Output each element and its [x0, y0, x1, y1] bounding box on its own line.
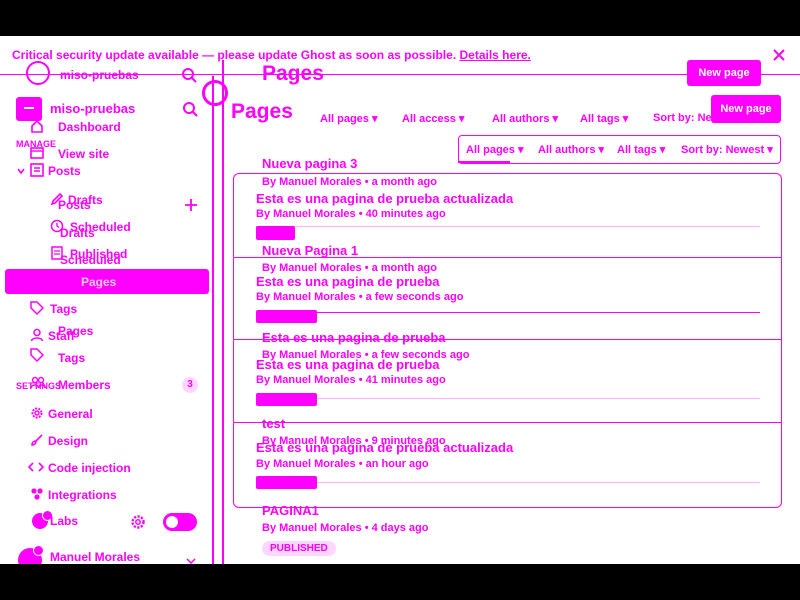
- new-page-button-ghost[interactable]: New page: [687, 60, 761, 86]
- ghost-tags: Tags: [58, 351, 86, 365]
- filter-tag-ghost[interactable]: All tags ▾: [617, 143, 665, 156]
- list-item-title[interactable]: Nueva Pagina 1: [262, 243, 358, 258]
- nav-pages-active[interactable]: Pages: [5, 269, 209, 294]
- site-logo-icon: [26, 61, 50, 85]
- code-icon: [28, 460, 44, 474]
- chevron-down-icon[interactable]: [186, 558, 196, 564]
- list-item-title[interactable]: Esta es una pagina de prueba: [256, 274, 440, 289]
- list-item-meta: By Manuel Morales • an hour ago: [256, 458, 429, 470]
- list-item-title[interactable]: PAGINA1: [262, 503, 319, 518]
- nav-tags[interactable]: Tags: [50, 302, 77, 316]
- avatar[interactable]: [18, 545, 44, 564]
- row-divider: [256, 482, 760, 483]
- security-alert-text: Critical security update available — ple…: [12, 48, 457, 62]
- ghost-drafts: Drafts: [60, 226, 95, 240]
- list-item-title[interactable]: Nueva pagina 3: [262, 156, 357, 171]
- new-page-button[interactable]: New page: [711, 95, 781, 123]
- list-item-meta: By Manuel Morales • a few seconds ago: [256, 291, 464, 303]
- list-item-title[interactable]: Esta es una pagina de prueba actualizada: [256, 191, 513, 206]
- staff-icon: [30, 328, 44, 342]
- list-item-meta: By Manuel Morales • 41 minutes ago: [256, 374, 446, 386]
- row-divider: [256, 226, 760, 227]
- site-icon: [16, 97, 42, 121]
- site-name-ghost: miso-pruebas: [60, 68, 139, 82]
- members-icon: [30, 376, 46, 390]
- nav-pages-label: Pages: [81, 275, 117, 289]
- page-title: Pages: [231, 100, 293, 123]
- filter-sort[interactable]: Sort by: Ne: [653, 112, 712, 124]
- status-badge: [256, 393, 317, 406]
- nav-design[interactable]: Design: [48, 434, 88, 448]
- filter-author[interactable]: All authors ▾: [492, 112, 558, 125]
- row-divider: [256, 312, 760, 313]
- row-divider: [256, 398, 760, 399]
- list-item-meta: By Manuel Morales • 4 days ago: [262, 522, 429, 534]
- nav-dashboard[interactable]: Dashboard: [58, 120, 121, 134]
- status-badge: PUBLISHED: [262, 541, 336, 556]
- row-divider: [233, 422, 781, 423]
- nav-general[interactable]: General: [48, 407, 93, 421]
- list-item-title[interactable]: test: [262, 416, 285, 431]
- status-badge: [256, 226, 295, 240]
- gear-icon: [30, 406, 44, 420]
- list-item-title[interactable]: Esta es una pagina de prueba: [262, 330, 446, 345]
- list-item-title[interactable]: Esta es una pagina de prueba actualizada: [256, 440, 513, 455]
- nav-integrations[interactable]: Integrations: [48, 488, 117, 502]
- nav-view-site[interactable]: View site: [58, 147, 109, 161]
- ghost-posts: Posts: [58, 198, 91, 212]
- settings-gear-icon[interactable]: [130, 514, 146, 530]
- nav-labs[interactable]: Labs: [50, 514, 78, 528]
- members-count-badge: 3: [182, 377, 198, 393]
- status-badge: [256, 476, 317, 489]
- nav-members[interactable]: Members: [58, 378, 111, 392]
- active-filter-underline: [458, 161, 510, 163]
- security-alert-link[interactable]: Details here.: [460, 48, 531, 62]
- filter-author-ghost[interactable]: All authors ▾: [538, 143, 604, 156]
- brush-icon: [30, 433, 44, 447]
- filter-type[interactable]: All pages ▾: [320, 112, 377, 125]
- labs-icon: [32, 510, 53, 529]
- divider-line: [222, 60, 224, 564]
- list-item-meta: By Manuel Morales • 40 minutes ago: [256, 208, 446, 220]
- ghost-pages: Pages: [58, 324, 94, 338]
- letterbox-bottom: [0, 564, 800, 600]
- list-item-title[interactable]: Esta es una pagina de prueba: [256, 357, 440, 372]
- search-icon[interactable]: [181, 67, 197, 83]
- plus-icon[interactable]: [184, 198, 198, 212]
- chevron-down-icon[interactable]: [16, 166, 26, 176]
- page-title-ghost: Pages: [262, 62, 324, 85]
- ghost-admin-screen: Critical security update available — ple…: [0, 36, 800, 564]
- nav-code-injection[interactable]: Code injection: [48, 461, 131, 475]
- home-icon: [30, 119, 44, 133]
- list-item-meta: By Manuel Morales • a month ago: [262, 176, 437, 188]
- ghost-scheduled: Scheduled: [60, 253, 121, 267]
- close-icon[interactable]: [772, 48, 786, 62]
- letterbox-top: [0, 0, 800, 36]
- status-badge: [256, 310, 317, 323]
- filter-tag[interactable]: All tags ▾: [580, 112, 628, 125]
- site-name: miso-pruebas: [50, 101, 136, 116]
- integrations-icon: [30, 487, 44, 501]
- circle-marker: [202, 80, 228, 106]
- posts-icon: [30, 163, 44, 177]
- search-icon[interactable]: [182, 101, 198, 117]
- dark-mode-toggle[interactable]: [163, 513, 197, 531]
- tag-icon: [30, 348, 44, 362]
- nav-posts[interactable]: Posts: [48, 164, 81, 178]
- tag-icon: [30, 301, 44, 315]
- security-alert: Critical security update available — ple…: [12, 48, 531, 62]
- filter-sort-ghost[interactable]: Sort by: Newest ▾: [681, 143, 773, 156]
- user-name[interactable]: Manuel Morales: [50, 550, 140, 564]
- filter-type-ghost[interactable]: All pages ▾: [466, 143, 523, 156]
- browser-icon: [30, 146, 44, 160]
- divider-line: [212, 76, 214, 564]
- filter-access[interactable]: All access ▾: [402, 112, 464, 125]
- list-item-meta: By Manuel Morales • a month ago: [262, 262, 437, 274]
